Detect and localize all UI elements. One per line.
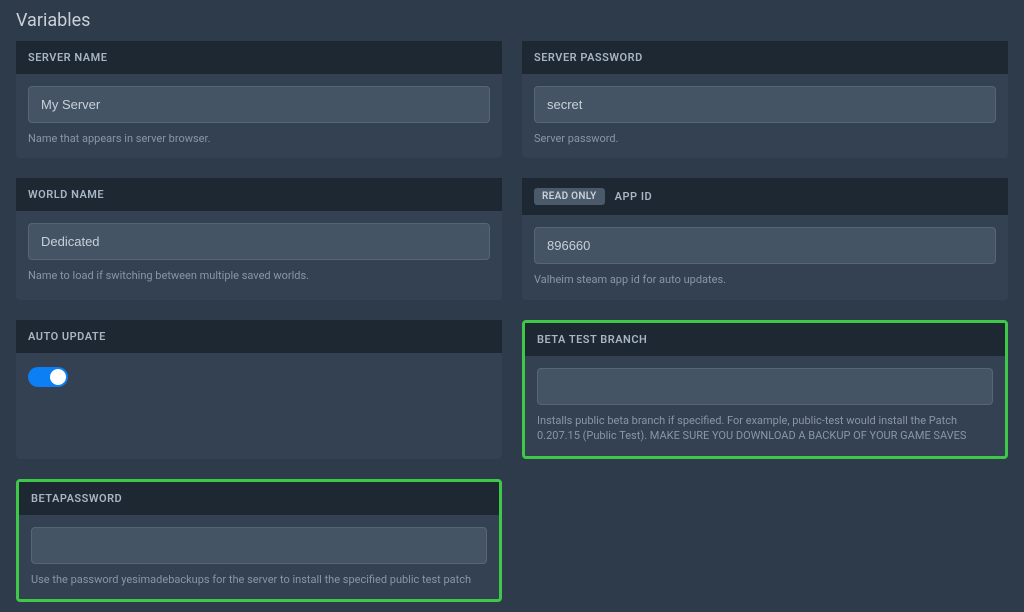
world-name-label: WORLD NAME xyxy=(28,188,104,201)
auto-update-body xyxy=(16,353,502,405)
server-password-input[interactable] xyxy=(534,86,996,123)
server-name-input[interactable] xyxy=(28,86,490,123)
auto-update-toggle[interactable] xyxy=(28,367,68,387)
world-name-input[interactable] xyxy=(28,223,490,260)
beta-password-description: Use the password yesimadebackups for the… xyxy=(31,572,487,587)
app-id-card: READ ONLY APP ID Valheim steam app id fo… xyxy=(522,178,1008,299)
app-id-description: Valheim steam app id for auto updates. xyxy=(534,272,996,287)
server-password-description: Server password. xyxy=(534,131,996,146)
server-name-card: SERVER NAME Name that appears in server … xyxy=(16,41,502,158)
world-name-card: WORLD NAME Name to load if switching bet… xyxy=(16,178,502,299)
auto-update-header: AUTO UPDATE xyxy=(16,320,502,353)
app-id-header: READ ONLY APP ID xyxy=(522,178,1008,215)
beta-password-card: BETAPASSWORD Use the password yesimadeba… xyxy=(16,479,502,602)
variables-grid: SERVER NAME Name that appears in server … xyxy=(16,41,1008,602)
server-name-description: Name that appears in server browser. xyxy=(28,131,490,146)
beta-test-branch-description: Installs public beta branch if specified… xyxy=(537,413,993,444)
beta-test-branch-input[interactable] xyxy=(537,368,993,405)
readonly-badge: READ ONLY xyxy=(534,188,605,205)
server-name-label: SERVER NAME xyxy=(28,51,107,64)
world-name-header: WORLD NAME xyxy=(16,178,502,211)
page-title: Variables xyxy=(16,10,1008,31)
beta-test-branch-header: BETA TEST BRANCH xyxy=(525,323,1005,356)
app-id-label: APP ID xyxy=(615,190,653,203)
world-name-body: Name to load if switching between multip… xyxy=(16,211,502,295)
app-id-input xyxy=(534,227,996,264)
beta-test-branch-card: BETA TEST BRANCH Installs public beta br… xyxy=(522,320,1008,459)
server-password-label: SERVER PASSWORD xyxy=(534,51,643,64)
server-password-header: SERVER PASSWORD xyxy=(522,41,1008,74)
beta-password-input[interactable] xyxy=(31,527,487,564)
beta-password-label: BETAPASSWORD xyxy=(31,492,122,505)
world-name-description: Name to load if switching between multip… xyxy=(28,268,490,283)
auto-update-label: AUTO UPDATE xyxy=(28,330,106,343)
toggle-thumb xyxy=(50,369,66,385)
server-name-body: Name that appears in server browser. xyxy=(16,74,502,158)
beta-test-branch-label: BETA TEST BRANCH xyxy=(537,333,647,346)
beta-password-body: Use the password yesimadebackups for the… xyxy=(19,515,499,599)
server-password-card: SERVER PASSWORD Server password. xyxy=(522,41,1008,158)
auto-update-card: AUTO UPDATE xyxy=(16,320,502,459)
beta-test-branch-body: Installs public beta branch if specified… xyxy=(525,356,1005,456)
server-password-body: Server password. xyxy=(522,74,1008,158)
app-id-body: Valheim steam app id for auto updates. xyxy=(522,215,1008,299)
beta-password-header: BETAPASSWORD xyxy=(19,482,499,515)
server-name-header: SERVER NAME xyxy=(16,41,502,74)
